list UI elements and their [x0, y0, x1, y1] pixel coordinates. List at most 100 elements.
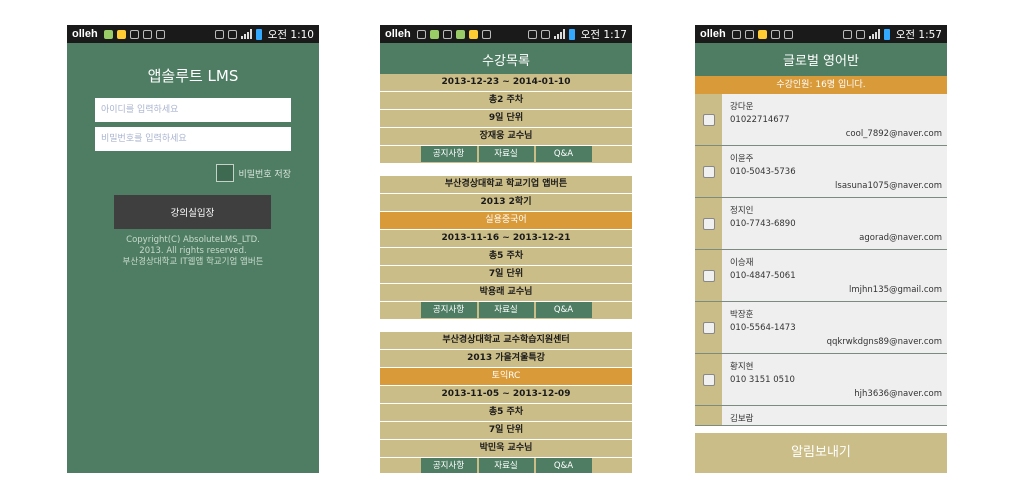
member-name: 박장훈: [730, 310, 754, 320]
course-buttons: 공지사항 자료실 Q&A: [380, 458, 632, 473]
course-buttons: 공지사항 자료실 Q&A: [380, 302, 632, 319]
wifi-icon: [227, 29, 237, 39]
notice-button[interactable]: 공지사항: [420, 458, 477, 473]
course-card: 부산경상대학교 교수학습지원센터 2013 가을겨울특강 토익RC 2013-1…: [380, 332, 632, 473]
member-checkbox[interactable]: [702, 321, 715, 334]
wifi-icon: [540, 29, 550, 39]
member-email: lsasuna1075@naver.com: [835, 181, 942, 191]
status-time: 오전 1:10: [267, 28, 314, 41]
status-bar: olleh 오전 1:57: [695, 25, 947, 43]
password-input[interactable]: [95, 127, 291, 151]
page-title: 수강목록: [380, 43, 632, 76]
battery-icon: [255, 28, 262, 40]
save-password-checkbox[interactable]: [216, 164, 235, 182]
cloud-icon: [744, 29, 754, 39]
member-checkbox[interactable]: [702, 165, 715, 178]
course-weeks: 총2 주차: [380, 92, 632, 109]
status-time: 오전 1:17: [580, 28, 627, 41]
status-time: 오전 1:57: [895, 28, 942, 41]
download-icon: [783, 29, 793, 39]
status-bar: olleh 오전 1:10: [67, 25, 319, 43]
resources-button[interactable]: 자료실: [478, 458, 534, 473]
send-notification-button[interactable]: 알림보내기: [695, 433, 947, 473]
carrier-label: olleh: [385, 28, 411, 40]
signal-icon: [240, 29, 252, 39]
member-list-screen: olleh 오전 1:57 글로벌 영어반 수강인원: 16명 입니다. 강다운…: [695, 25, 947, 473]
debug-icon: [142, 29, 152, 39]
usb-icon: [481, 29, 491, 39]
page-title: 글로벌 영어반: [695, 43, 947, 76]
course-institution: 부산경상대학교 교수학습지원센터: [380, 332, 632, 349]
member-row[interactable]: 황지현 010 3151 0510 hjh3636@naver.com: [695, 354, 947, 406]
carrier-label: olleh: [72, 28, 98, 40]
member-row[interactable]: 강다운 01022714677 cool_7892@naver.com: [695, 94, 947, 146]
alarm-icon: [527, 29, 537, 39]
member-row[interactable]: 정지인 010-7743-6890 agorad@naver.com: [695, 198, 947, 250]
member-phone: 01022714677: [730, 115, 790, 125]
save-password-label: 비밀번호 저장: [238, 169, 291, 180]
image-icon: [442, 29, 452, 39]
resources-button[interactable]: 자료실: [478, 146, 534, 162]
member-phone: 010 3151 0510: [730, 375, 795, 385]
qa-button[interactable]: Q&A: [535, 146, 592, 162]
enter-classroom-button[interactable]: 강의실입장: [114, 195, 271, 229]
member-checkbox[interactable]: [702, 217, 715, 230]
app-icon: [757, 29, 767, 39]
course-units: 7일 단위: [380, 266, 632, 283]
course-term: 2013 2학기: [380, 194, 632, 211]
battery-icon: [883, 28, 890, 40]
member-row[interactable]: 김보람: [695, 406, 947, 426]
app-title: 앱솔루트 LMS: [147, 67, 239, 85]
course-units: 7일 단위: [380, 422, 632, 439]
volume-icon: [842, 29, 852, 39]
qa-button[interactable]: Q&A: [535, 302, 592, 318]
android-icon: [429, 29, 439, 39]
member-row[interactable]: 이승재 010-4847-5061 lmjhn135@gmail.com: [695, 250, 947, 302]
member-checkbox[interactable]: [702, 373, 715, 386]
member-phone: 010-5564-1473: [730, 323, 796, 333]
member-phone: 010-4847-5061: [730, 271, 796, 281]
carrier-label: olleh: [700, 28, 726, 40]
usb-icon: [129, 29, 139, 39]
back-icon: [731, 29, 741, 39]
course-professor: 박민욱 교수님: [380, 440, 632, 457]
copyright-text: Copyright(C) AbsoluteLMS_LTD. 2013. All …: [122, 235, 264, 267]
qa-button[interactable]: Q&A: [535, 458, 592, 473]
member-row[interactable]: 박장훈 010-5564-1473 qqkrwkdgns89@naver.com: [695, 302, 947, 354]
course-period: 2013-11-05 ~ 2013-12-09: [380, 386, 632, 403]
course-period: 2013-12-23 ~ 2014-01-10: [380, 74, 632, 91]
course-name[interactable]: 토익RC: [380, 368, 632, 385]
member-name: 이윤주: [730, 154, 754, 164]
course-name[interactable]: 실용중국어: [380, 212, 632, 229]
resources-button[interactable]: 자료실: [478, 302, 534, 318]
course-institution: 부산경상대학교 학교기업 앱버튼: [380, 176, 632, 193]
mail-icon: [770, 29, 780, 39]
course-units: 9일 단위: [380, 110, 632, 127]
member-row[interactable]: 이윤주 010-5043-5736 lsasuna1075@naver.com: [695, 146, 947, 198]
course-list-screen: olleh 오전 1:17 수강목록 2013-12-23 ~ 2014-01-…: [380, 25, 632, 473]
android-icon: [103, 29, 113, 39]
media-icon: [155, 29, 165, 39]
course-professor: 장재웅 교수님: [380, 128, 632, 145]
save-password-row: 비밀번호 저장: [216, 164, 291, 182]
course-card: 2013-12-23 ~ 2014-01-10 총2 주차 9일 단위 장재웅 …: [380, 74, 632, 163]
id-input[interactable]: [95, 98, 291, 122]
back-icon: [416, 29, 426, 39]
signal-icon: [553, 29, 565, 39]
notice-button[interactable]: 공지사항: [420, 146, 477, 162]
member-email: qqkrwkdgns89@naver.com: [826, 337, 942, 347]
member-phone: 010-5043-5736: [730, 167, 796, 177]
member-count: 수강인원: 16명 입니다.: [695, 76, 947, 94]
member-checkbox[interactable]: [702, 269, 715, 282]
member-email: hjh3636@naver.com: [854, 389, 942, 399]
course-weeks: 총5 주차: [380, 248, 632, 265]
signal-icon: [868, 29, 880, 39]
member-email: lmjhn135@gmail.com: [849, 285, 942, 295]
notification-icon: [116, 29, 126, 39]
course-weeks: 총5 주차: [380, 404, 632, 421]
course-card: 부산경상대학교 학교기업 앱버튼 2013 2학기 실용중국어 2013-11-…: [380, 176, 632, 319]
alarm-icon: [855, 29, 865, 39]
notice-button[interactable]: 공지사항: [420, 302, 477, 318]
member-email: agorad@naver.com: [859, 233, 942, 243]
member-checkbox[interactable]: [702, 113, 715, 126]
